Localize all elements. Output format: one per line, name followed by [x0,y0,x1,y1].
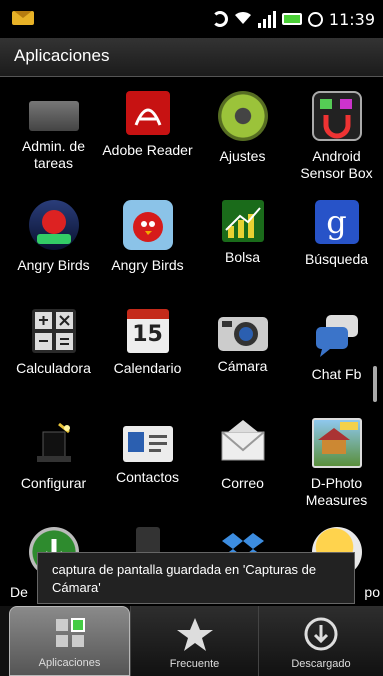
app-label: Admin. de tareas [21,138,86,171]
adobe-reader-icon [125,91,170,135]
calendar-icon: 15 [126,309,169,353]
app-tile[interactable]: Android Sensor Box [289,91,383,182]
app-label: Bolsa [224,249,261,265]
app-tile[interactable]: g Búsqueda [289,200,383,268]
app-tile[interactable]: Contactos [100,418,195,486]
page-title: Aplicaciones [14,46,110,65]
app-label: Calendario [113,360,182,376]
magic-hat-icon [29,418,79,468]
app-tile[interactable]: 15 Calendario [100,309,195,377]
download-circle-icon [304,617,338,651]
app-tile[interactable]: Chat Fb [289,309,383,383]
app-tile[interactable]: Admin. de tareas [6,91,101,172]
app-tile[interactable]: Cámara [195,309,290,375]
app-tile[interactable]: Configurar [6,418,101,492]
status-bar: 11:39 [0,0,383,38]
app-tile[interactable]: Angry Birds [6,200,101,274]
app-tile[interactable]: Ajustes [195,91,290,165]
app-label: Cámara [217,358,268,374]
camera-icon [217,317,268,351]
app-label: Calculadora [16,360,91,376]
app-label: Angry Birds [111,257,184,273]
app-tile[interactable]: D-Photo Measures [289,418,383,509]
tab-label: Descargado [291,658,351,670]
app-label: D-Photo Measures [305,475,368,508]
toast-notification: captura de pantalla guardada en 'Captura… [37,552,355,604]
tab-descargado[interactable]: Descargado [258,606,383,676]
clock: 11:39 [328,9,375,29]
contacts-card-icon [122,426,173,462]
app-drawer-header: Aplicaciones [0,38,383,77]
mail-notification-icon [12,11,34,25]
scrollbar[interactable] [373,366,377,402]
mail-envelope-icon [218,418,268,468]
app-label: Angry Birds [17,257,90,273]
app-tile[interactable]: Correo [195,418,290,492]
app-label: Búsqueda [304,251,369,267]
bottom-tab-bar: Aplicaciones Frecuente Descargado [0,606,383,676]
photo-measures-icon [311,418,362,468]
app-label: Android Sensor Box [300,148,373,181]
tab-frecuente[interactable]: Frecuente [130,606,258,676]
tab-aplicaciones[interactable]: Aplicaciones [9,606,130,676]
apps-grid-icon [55,618,85,647]
google-search-icon: g [314,200,359,244]
toast-text: captura de pantalla guardada en 'Captura… [52,562,317,595]
tab-label: Aplicaciones [38,657,101,669]
app-tile[interactable]: Angry Birds [100,200,195,274]
chat-bubbles-icon [312,309,362,359]
sensor-box-icon [311,91,362,141]
app-label: Configurar [20,475,87,491]
battery-icon [281,13,302,25]
sync-icon [211,11,228,27]
app-label: Chat Fb [311,366,362,382]
app-label: Contactos [115,469,180,485]
app-label: Adobe Reader [102,142,193,158]
app-label: Ajustes [219,148,266,164]
settings-gear-icon [217,91,268,141]
angry-birds-icon [122,200,173,250]
calendar-day: 15 [132,322,163,347]
stocks-chart-icon [221,200,264,242]
task-manager-icon [28,101,79,131]
calculator-icon [31,309,76,353]
alarm-icon [307,11,323,27]
app-tile[interactable]: Bolsa [195,200,290,266]
app-tile[interactable]: Calculadora [6,309,101,377]
app-label: Correo [221,475,264,491]
star-icon [176,618,213,651]
wifi-icon [234,10,252,29]
app-tile[interactable]: Adobe Reader [100,91,195,159]
tab-label: Frecuente [169,658,220,670]
angry-birds-space-icon [28,200,79,250]
signal-icon [257,10,276,28]
app-grid[interactable]: Admin. de tareas Adobe Reader Ajustes An… [0,77,383,607]
